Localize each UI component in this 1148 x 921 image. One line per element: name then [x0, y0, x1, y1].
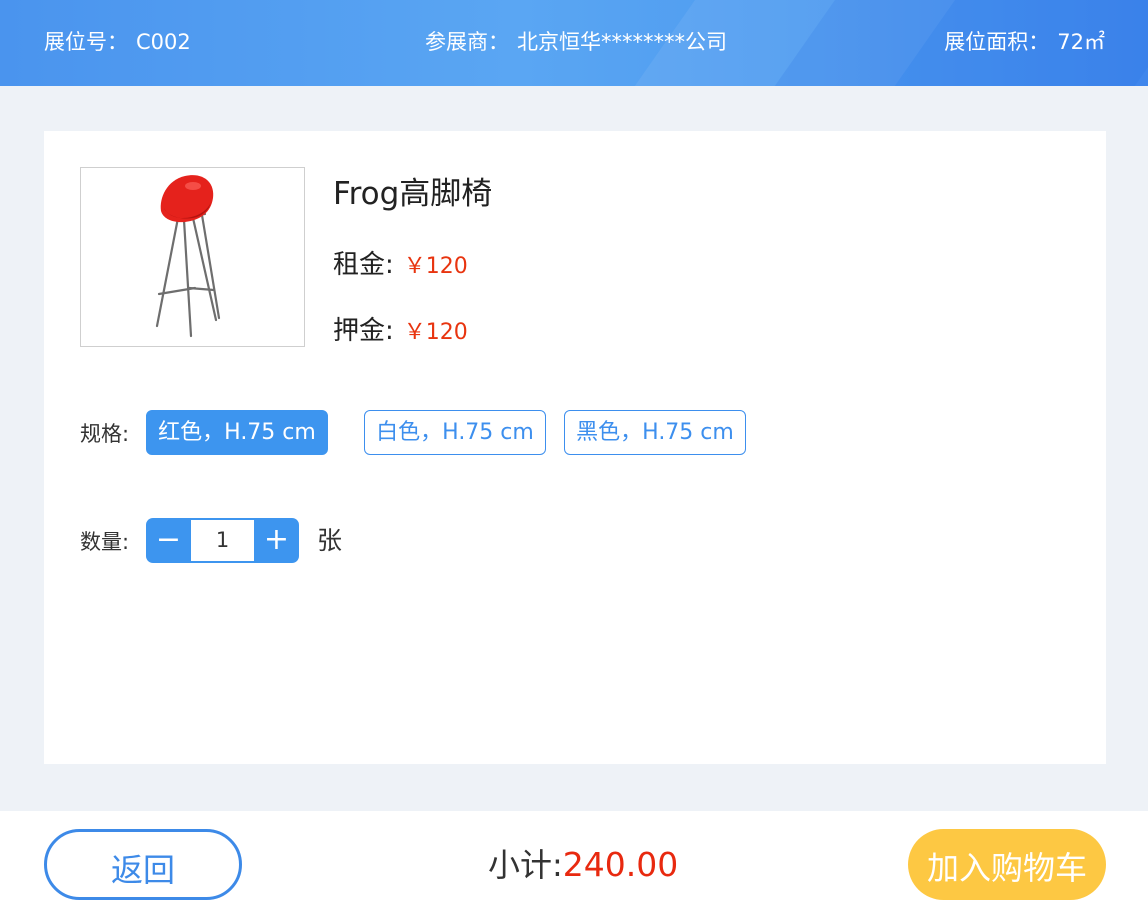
spec-label: 规格: [80, 422, 130, 446]
rent-value: ￥120 [403, 254, 468, 279]
product-title: Frog高脚椅 [333, 176, 493, 212]
spec-option-white[interactable]: 白色，H.75 cm [364, 410, 546, 455]
spec-option-black[interactable]: 黑色，H.75 cm [564, 410, 746, 455]
quantity-input[interactable]: 1 [191, 520, 254, 561]
product-image [80, 167, 305, 347]
booth-area-label: 展位面积： [944, 30, 1050, 54]
rent-label: 租金: [333, 250, 394, 280]
booth-number-value: C002 [136, 30, 191, 54]
subtotal-value: 240.00 [562, 845, 679, 884]
increment-button[interactable]: + [254, 518, 299, 563]
booth-number: 展位号： C002 [44, 29, 191, 55]
exhibitor: 参展商： 北京恒华********公司 [425, 29, 727, 55]
deposit-label: 押金: [333, 316, 394, 346]
red-bar-stool-image [155, 175, 221, 338]
deposit-value: ￥120 [403, 320, 468, 345]
exhibitor-label: 参展商： [425, 30, 509, 54]
quantity-stepper: − 1 + [146, 518, 299, 563]
subtotal-label: 小计: [488, 846, 563, 884]
header-bar: 展位号： C002 参展商： 北京恒华********公司 展位面积： 72㎡ [0, 0, 1148, 86]
subtotal: 小计:240.00 [488, 845, 678, 885]
decrement-button[interactable]: − [146, 518, 191, 563]
back-button[interactable]: 返回 [44, 829, 242, 900]
booth-number-label: 展位号： [44, 30, 128, 54]
spec-option-red[interactable]: 红色，H.75 cm [146, 410, 328, 455]
booth-area-value: 72㎡ [1057, 30, 1105, 54]
quantity-unit: 张 [317, 526, 343, 555]
add-to-cart-button[interactable]: 加入购物车 [908, 829, 1106, 900]
exhibitor-value: 北京恒华********公司 [517, 30, 727, 54]
booth-area: 展位面积： 72㎡ [944, 29, 1105, 55]
product-card: Frog高脚椅 租金: ￥120 押金: ￥120 规格: 红色，H.75 cm 白… [44, 131, 1106, 764]
deposit-row: 押金: ￥120 [333, 314, 468, 350]
rent-row: 租金: ￥120 [333, 248, 468, 284]
quantity-label: 数量: [80, 530, 130, 554]
footer-bar: 返回 小计:240.00 加入购物车 [0, 811, 1148, 921]
